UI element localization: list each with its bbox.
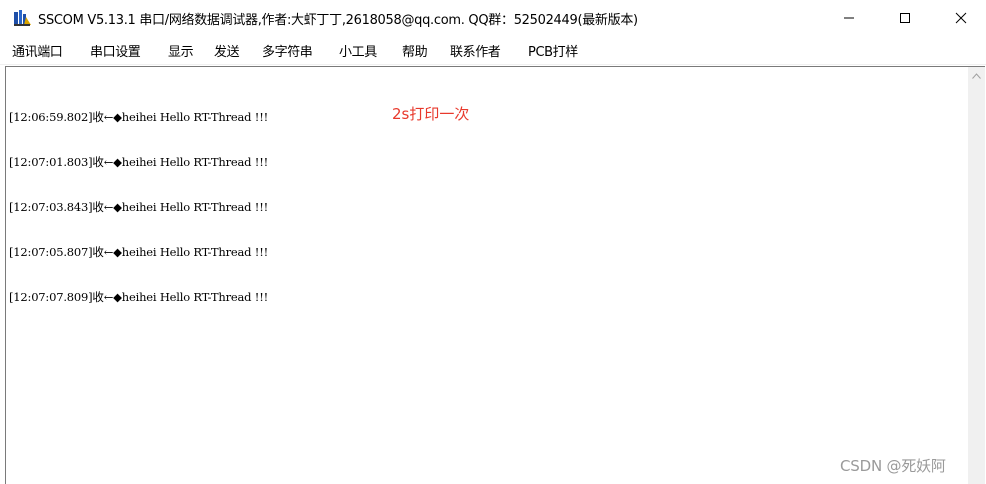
menu-item-send[interactable]: 发送	[214, 41, 240, 60]
menu-item-help[interactable]: 帮助	[402, 41, 428, 60]
menu-bar: 通讯端口 串口设置 显示 发送 多字符串 小工具 帮助 联系作者 PCB打样	[0, 36, 986, 65]
close-button[interactable]	[938, 0, 984, 36]
menu-item-comm-port[interactable]: 通讯端口	[12, 41, 63, 60]
log-line: [12:07:07.809]收←◆heihei Hello RT-Thread …	[9, 290, 269, 304]
minimize-icon	[844, 17, 854, 19]
log-line: [12:06:59.802]收←◆heihei Hello RT-Thread …	[9, 110, 269, 124]
annotation-text: 2s打印一次	[392, 105, 470, 123]
vertical-scrollbar[interactable]	[968, 67, 985, 484]
maximize-button[interactable]	[882, 0, 928, 36]
window-title: SSCOM V5.13.1 串口/网络数据调试器,作者:大虾丁丁,2618058…	[38, 13, 638, 28]
receive-text-area[interactable]: [12:06:59.802]收←◆heihei Hello RT-Thread …	[5, 66, 985, 484]
log-line: [12:07:03.843]收←◆heihei Hello RT-Thread …	[9, 200, 269, 214]
log-line: [12:07:01.803]收←◆heihei Hello RT-Thread …	[9, 155, 269, 169]
menu-item-pcb[interactable]: PCB打样	[528, 41, 578, 60]
scroll-up-arrow-icon	[972, 72, 981, 79]
sscom-app-icon	[14, 10, 31, 26]
menu-item-serial-settings[interactable]: 串口设置	[90, 41, 141, 60]
menu-item-multi-string[interactable]: 多字符串	[262, 41, 313, 60]
close-icon	[955, 12, 967, 24]
sscom-window: SSCOM V5.13.1 串口/网络数据调试器,作者:大虾丁丁,2618058…	[0, 0, 986, 484]
scroll-up-button[interactable]	[968, 67, 985, 84]
menu-item-contact-author[interactable]: 联系作者	[450, 41, 501, 60]
maximize-icon	[900, 13, 910, 23]
menu-item-display[interactable]: 显示	[168, 41, 194, 60]
minimize-button[interactable]	[826, 0, 872, 36]
log-line: [12:07:05.807]收←◆heihei Hello RT-Thread …	[9, 245, 269, 259]
title-bar[interactable]: SSCOM V5.13.1 串口/网络数据调试器,作者:大虾丁丁,2618058…	[0, 0, 986, 36]
receive-log: [12:06:59.802]收←◆heihei Hello RT-Thread …	[9, 80, 268, 335]
menu-item-tools[interactable]: 小工具	[339, 41, 377, 60]
csdn-watermark: CSDN @死妖阿	[840, 457, 946, 475]
